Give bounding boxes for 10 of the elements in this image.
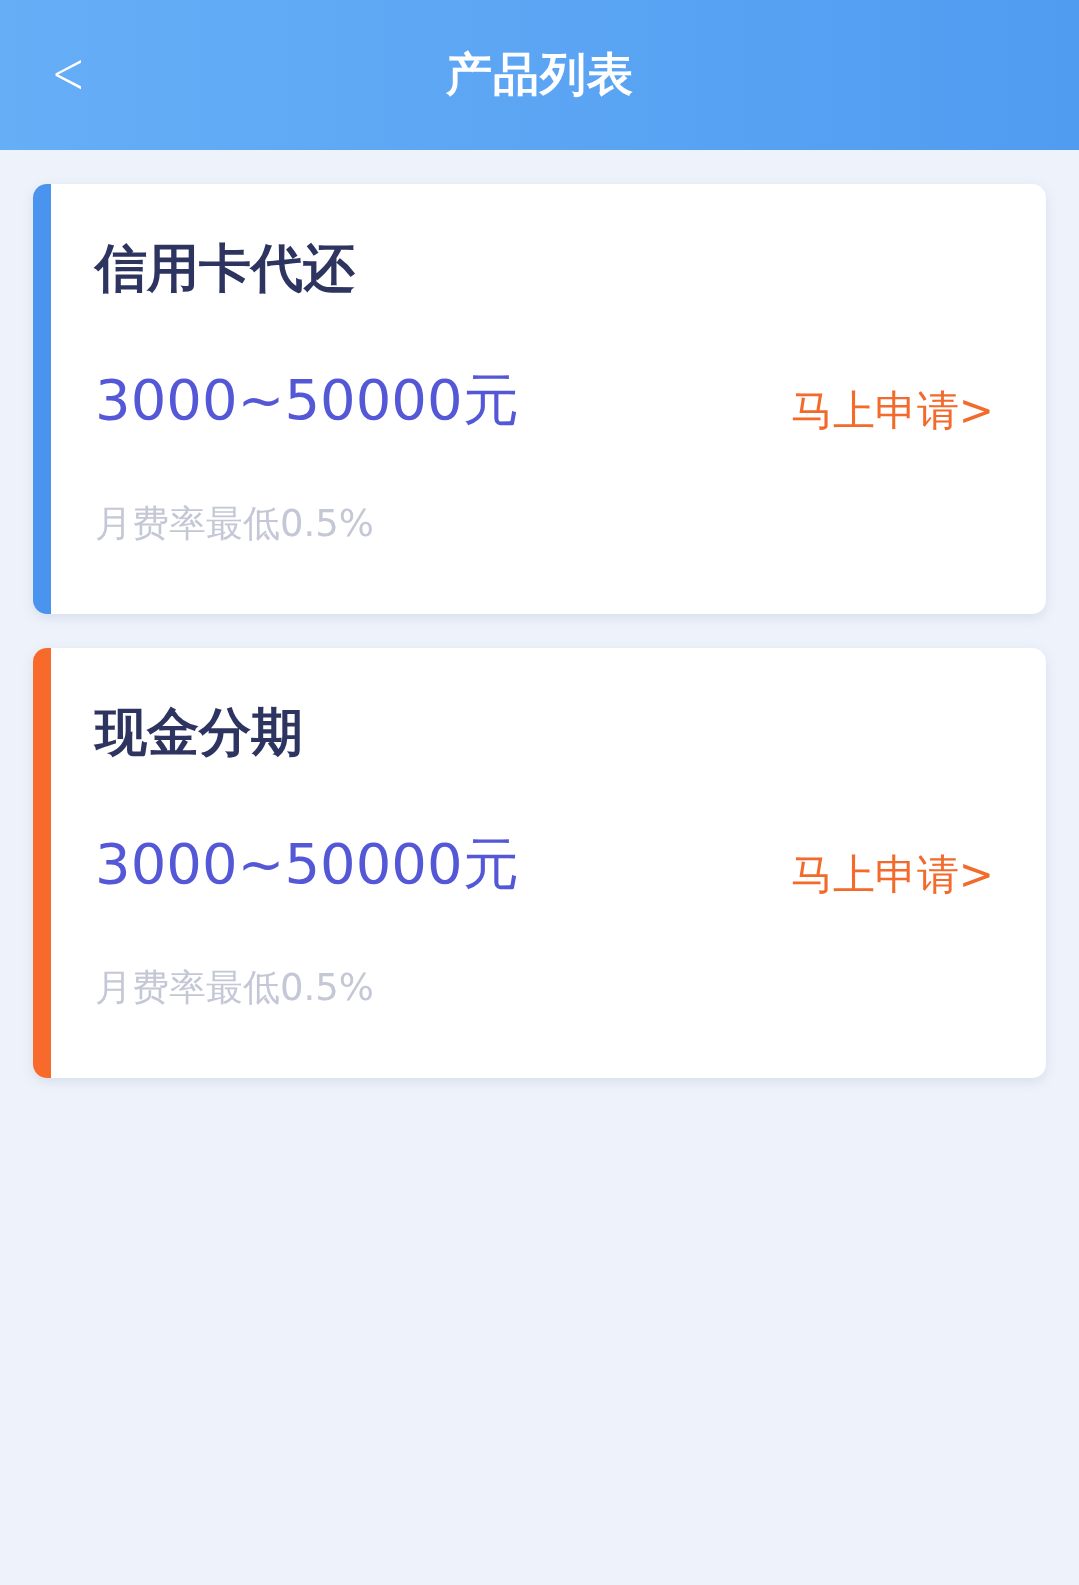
product-name: 现金分期: [95, 704, 304, 762]
rate-text: 月费率最低0.5%: [95, 501, 375, 548]
apply-link[interactable]: 马上申请>: [790, 383, 994, 440]
amount-range: 3000~50000元: [95, 369, 519, 431]
page-title: 产品列表: [445, 46, 634, 103]
back-button[interactable]: <: [45, 44, 91, 102]
rate-text: 月费率最低0.5%: [95, 965, 375, 1012]
product-name: 信用卡代还: [95, 240, 356, 298]
amount-range: 3000~50000元: [95, 833, 519, 895]
apply-link[interactable]: 马上申请>: [790, 847, 994, 904]
